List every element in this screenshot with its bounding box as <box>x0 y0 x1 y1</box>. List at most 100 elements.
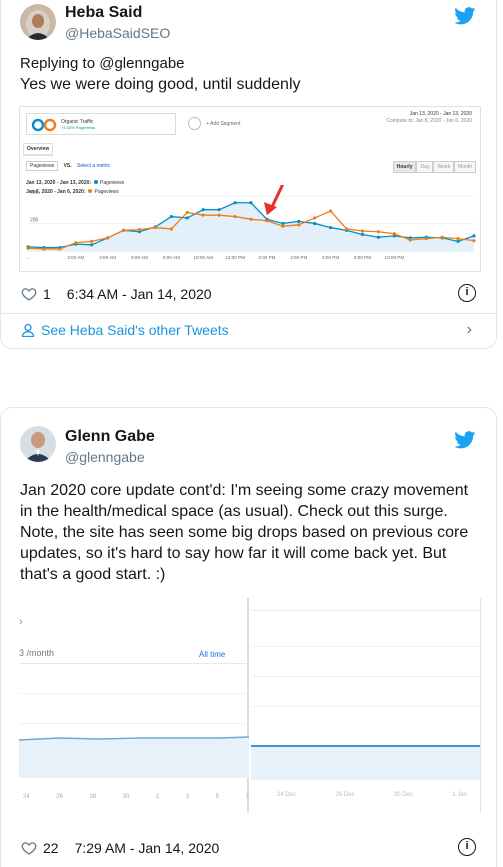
series-2-point <box>137 228 142 232</box>
series-1-point <box>376 235 381 239</box>
series-1-point <box>313 221 317 226</box>
legend-1-dot <box>94 180 99 184</box>
left-traffic-line <box>19 736 249 778</box>
heart-icon[interactable] <box>21 286 37 302</box>
heart-icon[interactable] <box>21 840 37 856</box>
x-tick-label: 12:00 PM <box>225 255 245 260</box>
left-panel-marker: › <box>19 616 23 628</box>
series-2-point <box>360 229 365 233</box>
series-2-point <box>392 232 396 236</box>
series-2-point <box>169 227 173 231</box>
series-2-point <box>217 213 221 217</box>
right-x-axis: 24 Dec 26 Dec 30 Dec 1 Jan <box>277 792 467 798</box>
like-count[interactable]: 22 <box>43 840 59 856</box>
author-handle[interactable]: @glenngabe <box>65 449 145 465</box>
image-right-panel: 24 Dec 26 Dec 30 Dec 1 Jan <box>251 598 480 813</box>
x-tick: 1 <box>155 794 160 800</box>
gridline <box>251 706 480 707</box>
x-tick-label: 2:00 PM <box>258 255 275 260</box>
x-tick-label: 6:00 AM <box>131 255 148 260</box>
gridline <box>251 610 480 611</box>
twitter-bird-icon[interactable] <box>454 431 476 449</box>
x-tick-label: 10:00 AM <box>194 255 214 260</box>
granularity-buttons: Hourly Day Week Month <box>392 161 476 173</box>
tweet-image-search-console[interactable]: › 3 /month All time 24 26 28 30 1 3 5 7 <box>19 598 481 813</box>
series-2-point <box>424 237 428 241</box>
author-handle[interactable]: @HebaSaidSEO <box>65 25 170 41</box>
series-2-point <box>472 239 476 243</box>
series-2-point <box>185 210 189 215</box>
series-2-point <box>329 209 333 213</box>
series-2-point <box>233 214 237 219</box>
vs-label: VS. <box>63 163 72 169</box>
person-icon <box>21 323 35 337</box>
annotation-arrow-shaft <box>269 185 285 211</box>
x-tick-label: 2:00 AM <box>67 255 84 260</box>
gridline <box>251 646 480 647</box>
x-tick-label: 4:00 AM <box>99 255 116 260</box>
tab-overview: Overview <box>23 143 54 156</box>
x-tick-label: 4:00 PM <box>290 255 307 260</box>
series-1-point <box>169 214 173 219</box>
author-name[interactable]: Heba Said <box>65 4 142 22</box>
x-tick: 30 <box>122 794 130 800</box>
add-segment-circle-icon <box>188 117 201 130</box>
tweet-meta: 22 7:29 AM - Jan 14, 2020 i <box>21 838 476 858</box>
series-1-point <box>360 232 365 237</box>
chevron-right-icon: › <box>466 321 472 338</box>
y-tick-label: 200 <box>30 217 39 223</box>
tweet-card-glenn[interactable]: Glenn Gabe @glenngabe Jan 2020 core upda… <box>0 407 497 867</box>
series-2-point <box>249 217 253 221</box>
tweet-image-analytics[interactable]: Organic Traffic +3.33% Pageviews + Add S… <box>19 106 481 272</box>
date-range-primary: Jan 13, 2020 - Jan 13, 2020 <box>409 111 472 117</box>
info-icon[interactable]: i <box>458 284 476 302</box>
series-2-point <box>376 230 381 234</box>
series-1-point <box>472 234 476 238</box>
image-left-panel: › 3 /month All time 24 26 28 30 1 3 5 7 <box>19 598 249 813</box>
x-tick: 7 <box>245 794 249 800</box>
series-2-point <box>281 224 285 228</box>
x-tick-label: 8:00 PM <box>354 255 371 260</box>
series-2-point <box>58 247 62 251</box>
x-tick: 28 <box>89 794 97 800</box>
x-tick: 24 <box>23 794 30 800</box>
x-tick: 5 <box>215 794 220 800</box>
left-x-axis: 24 26 28 30 1 3 5 7 <box>23 794 249 800</box>
month-button: Month <box>454 161 476 173</box>
gridline <box>19 693 249 694</box>
tweet-card-heba[interactable]: Heba Said @HebaSaidSEO Replying to @glen… <box>0 0 497 349</box>
avatar[interactable] <box>20 4 56 40</box>
x-tick-label: 10:00 PM <box>385 255 405 260</box>
series-1-point <box>201 208 205 212</box>
series-2-point <box>313 216 317 220</box>
x-tick-label: 6:00 PM <box>322 255 339 260</box>
series-1-point <box>329 225 333 230</box>
add-segment-pill: + Add Segment <box>184 113 284 135</box>
info-icon[interactable]: i <box>458 838 476 856</box>
series-2-point <box>297 223 301 227</box>
tweet-text: Yes we were doing good, until suddenly <box>20 76 301 93</box>
day-button: Day <box>416 161 434 173</box>
gridline <box>19 723 249 724</box>
author-name[interactable]: Glenn Gabe <box>65 428 155 446</box>
series-2-point <box>74 241 78 245</box>
date-range-compare: Compare to: Jan 6, 2020 - Jan 6, 2020 <box>386 118 472 124</box>
see-other-tweets-label[interactable]: See Heba Said's other Tweets <box>41 322 229 338</box>
twitter-bird-icon[interactable] <box>454 7 476 25</box>
like-count[interactable]: 1 <box>43 286 51 302</box>
x-tick: 26 Dec <box>335 792 355 798</box>
y-tick-label: 400 <box>30 190 39 196</box>
tweet-timestamp[interactable]: 6:34 AM - Jan 14, 2020 <box>67 286 212 302</box>
see-other-tweets-link[interactable]: See Heba Said's other Tweets › <box>21 321 476 338</box>
series-1-point <box>90 243 94 247</box>
series-2-point <box>121 228 126 232</box>
pageviews-chart: 400 200... 2:00 AM 4:00 AM 6:00 AM 8:00 AM 10:… <box>26 185 476 260</box>
x-tick: 26 <box>56 794 63 800</box>
tweet-timestamp[interactable]: 7:29 AM - Jan 14, 2020 <box>75 840 220 856</box>
replying-to[interactable]: Replying to @glenngabe <box>20 53 482 74</box>
series-2-point <box>26 246 30 250</box>
avatar[interactable] <box>20 426 56 462</box>
series-2-point <box>90 239 94 243</box>
series-1-point <box>233 201 237 205</box>
segment-pill: Organic Traffic +3.33% Pageviews <box>26 113 176 135</box>
